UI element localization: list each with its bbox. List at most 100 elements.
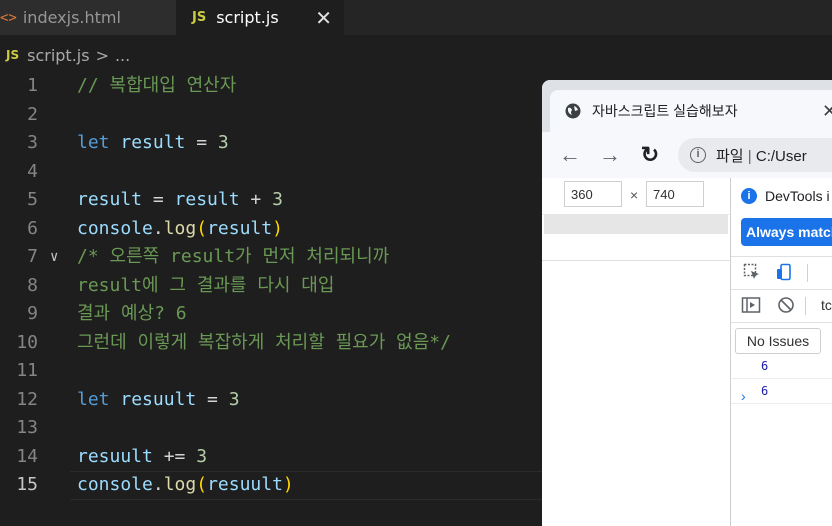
code-token: 3 bbox=[196, 445, 208, 467]
js-file-icon: JS bbox=[192, 10, 207, 25]
breadcrumb-file[interactable]: script.js bbox=[27, 46, 89, 65]
inspect-element-icon[interactable] bbox=[743, 263, 761, 286]
forward-arrow-icon[interactable]: → bbox=[590, 142, 630, 168]
code-text: result에 그 결과를 다시 대입 bbox=[77, 272, 334, 301]
code-token: resuult bbox=[120, 388, 197, 410]
code-line[interactable]: 4 bbox=[0, 158, 542, 187]
line-number: 3 bbox=[27, 132, 38, 153]
toolbar-divider bbox=[805, 297, 806, 315]
code-token: += bbox=[152, 445, 197, 467]
console-log-row: 6 bbox=[731, 354, 832, 379]
code-token: result bbox=[207, 217, 273, 239]
reload-icon[interactable]: ↻ bbox=[630, 142, 670, 168]
address-text: 파일 | C:/User bbox=[716, 145, 807, 166]
console-context-selector[interactable]: tc bbox=[821, 297, 832, 313]
code-line[interactable]: 8 result에 그 결과를 다시 대입 bbox=[0, 272, 542, 301]
js-file-icon: JS bbox=[6, 48, 20, 62]
line-number: 1 bbox=[27, 75, 38, 96]
code-text: 그런데 이렇게 복잡하게 처리할 필요가 없음*/ bbox=[77, 329, 451, 358]
line-number: 10 bbox=[16, 331, 38, 353]
line-number: 2 bbox=[27, 103, 38, 125]
code-line[interactable]: 7 ∨ /* 오른쪽 result가 먼저 처리되니까 bbox=[0, 243, 542, 272]
code-line[interactable]: 15 console.log(resuult) bbox=[0, 471, 542, 500]
code-token: 3 bbox=[228, 388, 240, 410]
code-token: /* 오른쪽 result가 먼저 처리되니까 bbox=[77, 246, 390, 267]
breadcrumb: JS script.js > ... bbox=[0, 40, 546, 70]
code-token: ) bbox=[272, 217, 283, 239]
code-line[interactable]: 13 bbox=[0, 414, 542, 443]
browser-toolbar: ← → ↻ i 파일 | C:/User bbox=[542, 132, 832, 178]
tab-script-js[interactable]: JS script.js ✕ bbox=[176, 0, 344, 35]
code-token: result bbox=[174, 189, 240, 210]
device-toolbar: 360 × 740 bbox=[542, 178, 730, 215]
code-token: = bbox=[196, 388, 229, 410]
breadcrumb-more[interactable]: ... bbox=[115, 46, 130, 65]
code-line[interactable]: 1 // 복합대입 연산자 bbox=[0, 72, 542, 101]
tab-indexjs-html[interactable]: <> indexjs.html bbox=[0, 0, 176, 35]
code-token: ( bbox=[196, 474, 208, 495]
code-token: . bbox=[152, 474, 164, 495]
tab-label: indexjs.html bbox=[22, 8, 121, 27]
code-token: = bbox=[142, 189, 175, 210]
address-separator: | bbox=[747, 147, 752, 165]
line-number: 5 bbox=[27, 189, 38, 210]
devtools-banner-text: DevTools i bbox=[765, 188, 830, 204]
address-url: C:/User bbox=[755, 147, 807, 165]
sidebar-toggle-icon[interactable] bbox=[741, 296, 761, 319]
line-number: 8 bbox=[27, 274, 38, 296]
code-token: log bbox=[163, 217, 197, 239]
code-editor[interactable]: 1 // 복합대입 연산자 2 3 let result = 3 4 5 result = r… bbox=[0, 72, 542, 500]
code-token: = bbox=[185, 132, 218, 153]
console-toolbar: tc bbox=[731, 290, 832, 323]
code-token: // 복합대입 연산자 bbox=[77, 75, 237, 96]
code-line[interactable]: 5 result = result + 3 bbox=[0, 186, 542, 215]
line-number: 12 bbox=[16, 388, 38, 410]
editor-tab-bar: <> indexjs.html JS script.js ✕ bbox=[0, 0, 832, 35]
device-width-input[interactable]: 360 bbox=[564, 181, 622, 207]
code-line[interactable]: 6 console.log(result) bbox=[0, 215, 542, 244]
code-text: let result = 3 bbox=[77, 129, 229, 158]
back-arrow-icon[interactable]: ← bbox=[550, 142, 590, 168]
line-number: 14 bbox=[16, 445, 38, 467]
device-toggle-icon[interactable] bbox=[775, 263, 793, 286]
code-token: result bbox=[77, 189, 143, 210]
code-line[interactable]: 2 bbox=[0, 101, 542, 130]
address-prefix: 파일 bbox=[716, 147, 744, 165]
code-line[interactable]: 3 let result = 3 bbox=[0, 129, 542, 158]
viewport-divider bbox=[542, 260, 730, 261]
code-token: resuult bbox=[77, 445, 153, 467]
close-icon[interactable]: ✕ bbox=[822, 101, 832, 122]
code-line[interactable]: 10 그런데 이렇게 복잡하게 처리할 필요가 없음*/ bbox=[0, 329, 542, 358]
no-issues-button[interactable]: No Issues bbox=[735, 328, 821, 354]
code-token: ) bbox=[282, 474, 294, 495]
code-text: result = result + 3 bbox=[77, 186, 283, 215]
code-token: ( bbox=[196, 217, 208, 239]
always-match-button[interactable]: Always match bbox=[741, 218, 832, 246]
code-text: 결과 예상? 6 bbox=[77, 300, 187, 329]
code-line[interactable]: 12 let resuult = 3 bbox=[0, 386, 542, 415]
code-token: 결과 예상? 6 bbox=[77, 303, 187, 324]
code-line[interactable]: 11 bbox=[0, 357, 542, 386]
devtools-banner: i DevTools i bbox=[741, 188, 830, 204]
close-icon[interactable]: ✕ bbox=[315, 6, 332, 30]
code-line[interactable]: 9 결과 예상? 6 bbox=[0, 300, 542, 329]
console-prompt-icon[interactable]: › bbox=[741, 388, 746, 404]
device-height-input[interactable]: 740 bbox=[646, 181, 704, 207]
address-bar[interactable]: i 파일 | C:/User bbox=[678, 138, 832, 172]
line-number: 9 bbox=[27, 303, 38, 324]
code-line[interactable]: 14 resuult += 3 bbox=[0, 443, 542, 472]
fold-chevron-icon[interactable]: ∨ bbox=[50, 243, 58, 272]
code-token: 그런데 이렇게 복잡하게 처리할 필요가 없음*/ bbox=[77, 331, 451, 353]
line-number: 13 bbox=[16, 417, 38, 438]
info-icon[interactable]: i bbox=[690, 147, 706, 163]
line-number: 6 bbox=[27, 217, 38, 239]
code-text: console.log(resuult) bbox=[77, 471, 294, 500]
dimension-times: × bbox=[630, 187, 639, 203]
clear-console-icon[interactable] bbox=[777, 296, 795, 319]
code-token: resuult bbox=[207, 474, 283, 495]
code-token: 3 bbox=[272, 189, 283, 210]
browser-window: 자바스크립트 실습해보자 ✕ ← → ↻ i 파일 | C:/User 360 … bbox=[542, 80, 832, 526]
line-number: 7 bbox=[27, 246, 38, 267]
browser-tab[interactable]: 자바스크립트 실습해보자 ✕ bbox=[550, 90, 832, 132]
